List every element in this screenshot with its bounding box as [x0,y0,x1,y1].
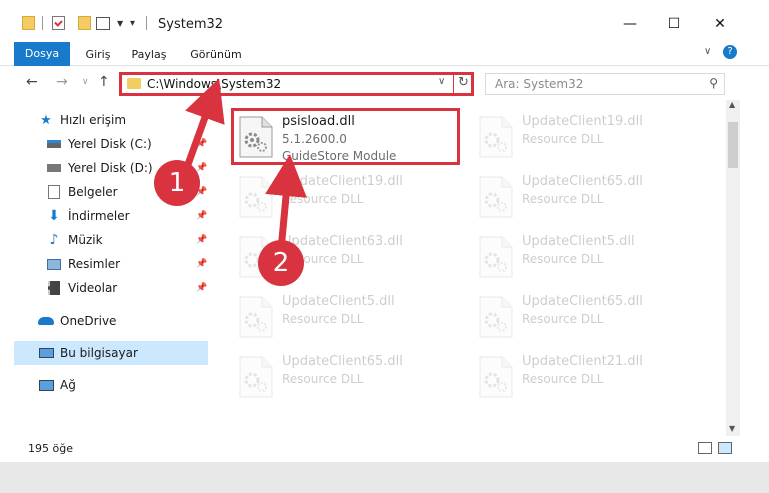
annotation-arrows [182,78,307,251]
arrow-2 [265,154,307,251]
step-marker-2: 2 [258,240,304,286]
step-marker-1: 1 [154,160,200,206]
arrow-1 [182,78,225,172]
